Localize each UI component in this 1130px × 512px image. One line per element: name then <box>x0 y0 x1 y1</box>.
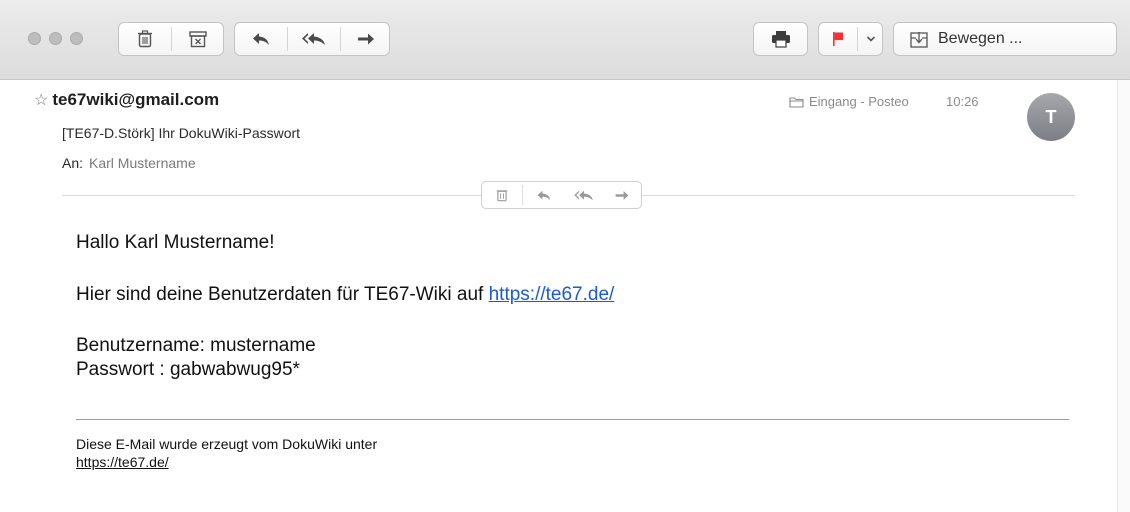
move-button[interactable]: Bewegen ... <box>893 22 1117 56</box>
archive-button[interactable] <box>172 23 224 55</box>
flag-menu-button[interactable] <box>858 23 883 55</box>
flag-button[interactable] <box>819 23 857 55</box>
delete-archive-group <box>118 22 224 56</box>
print-icon <box>771 31 790 48</box>
wiki-link[interactable]: https://te67.de/ <box>489 284 615 305</box>
mailbox-indicator[interactable]: Eingang - Posteo <box>789 94 909 109</box>
forward-icon <box>357 33 374 45</box>
delete-button[interactable] <box>119 23 171 55</box>
inline-forward-button[interactable] <box>604 182 640 208</box>
close-window-button[interactable] <box>28 32 41 45</box>
trash-icon <box>138 30 152 48</box>
print-segment <box>754 23 807 55</box>
password-line: Passwort : gabwabwug95* <box>76 359 300 380</box>
greeting: Hallo Karl Mustername! <box>76 232 275 253</box>
signature-separator <box>76 419 1069 420</box>
reply-icon <box>537 190 551 200</box>
reply-group <box>234 22 390 56</box>
sender-address[interactable]: te67wiki@gmail.com <box>52 90 219 109</box>
recipient-name[interactable]: Karl Mustername <box>89 155 196 171</box>
toolbar: Bewegen ... <box>0 0 1130 80</box>
move-segment: Bewegen ... <box>894 23 1116 55</box>
username-line: Benutzername: mustername <box>76 335 316 356</box>
footer-link[interactable]: https://te67.de/ <box>76 454 169 470</box>
reply-icon <box>253 33 269 45</box>
chevron-down-icon <box>866 36 875 42</box>
subject: [TE67-D.Störk] Ihr DokuWiki-Passwort <box>62 125 301 141</box>
recipient-label: An: <box>62 155 84 171</box>
inline-reply-all-button[interactable] <box>564 182 604 208</box>
archive-icon <box>189 31 207 48</box>
reply-all-button[interactable] <box>288 23 340 55</box>
inline-reply-button[interactable] <box>526 182 562 208</box>
print-button[interactable] <box>753 22 808 56</box>
zoom-window-button[interactable] <box>70 32 83 45</box>
footer-text: Diese E-Mail wurde erzeugt vom DokuWiki … <box>76 436 378 452</box>
move-icon <box>910 31 928 48</box>
reply-all-icon <box>574 190 593 200</box>
reply-all-icon <box>302 33 325 45</box>
flag-icon <box>833 32 843 46</box>
folder-icon <box>789 96 804 108</box>
forward-button[interactable] <box>341 23 390 55</box>
scrollbar[interactable] <box>1117 80 1130 512</box>
sender: ☆ te67wiki@gmail.com <box>34 90 219 110</box>
minimize-window-button[interactable] <box>49 32 62 45</box>
mailbox-label: Eingang - Posteo <box>809 94 909 109</box>
inline-action-bar <box>481 181 642 209</box>
recipient-row: An: Karl Mustername <box>62 155 196 171</box>
trash-icon <box>496 190 508 202</box>
message-time: 10:26 <box>946 94 979 109</box>
reply-button[interactable] <box>235 23 287 55</box>
move-label: Bewegen ... <box>938 30 1023 47</box>
inline-delete-button[interactable] <box>482 182 522 208</box>
intro-text: Hier sind deine Benutzerdaten für TE67-W… <box>76 284 484 305</box>
avatar: T <box>1027 93 1075 141</box>
star-icon[interactable]: ☆ <box>34 92 48 109</box>
forward-icon <box>615 190 629 200</box>
intro-line: Hier sind deine Benutzerdaten für TE67-W… <box>76 284 614 306</box>
flag-group <box>818 22 883 56</box>
